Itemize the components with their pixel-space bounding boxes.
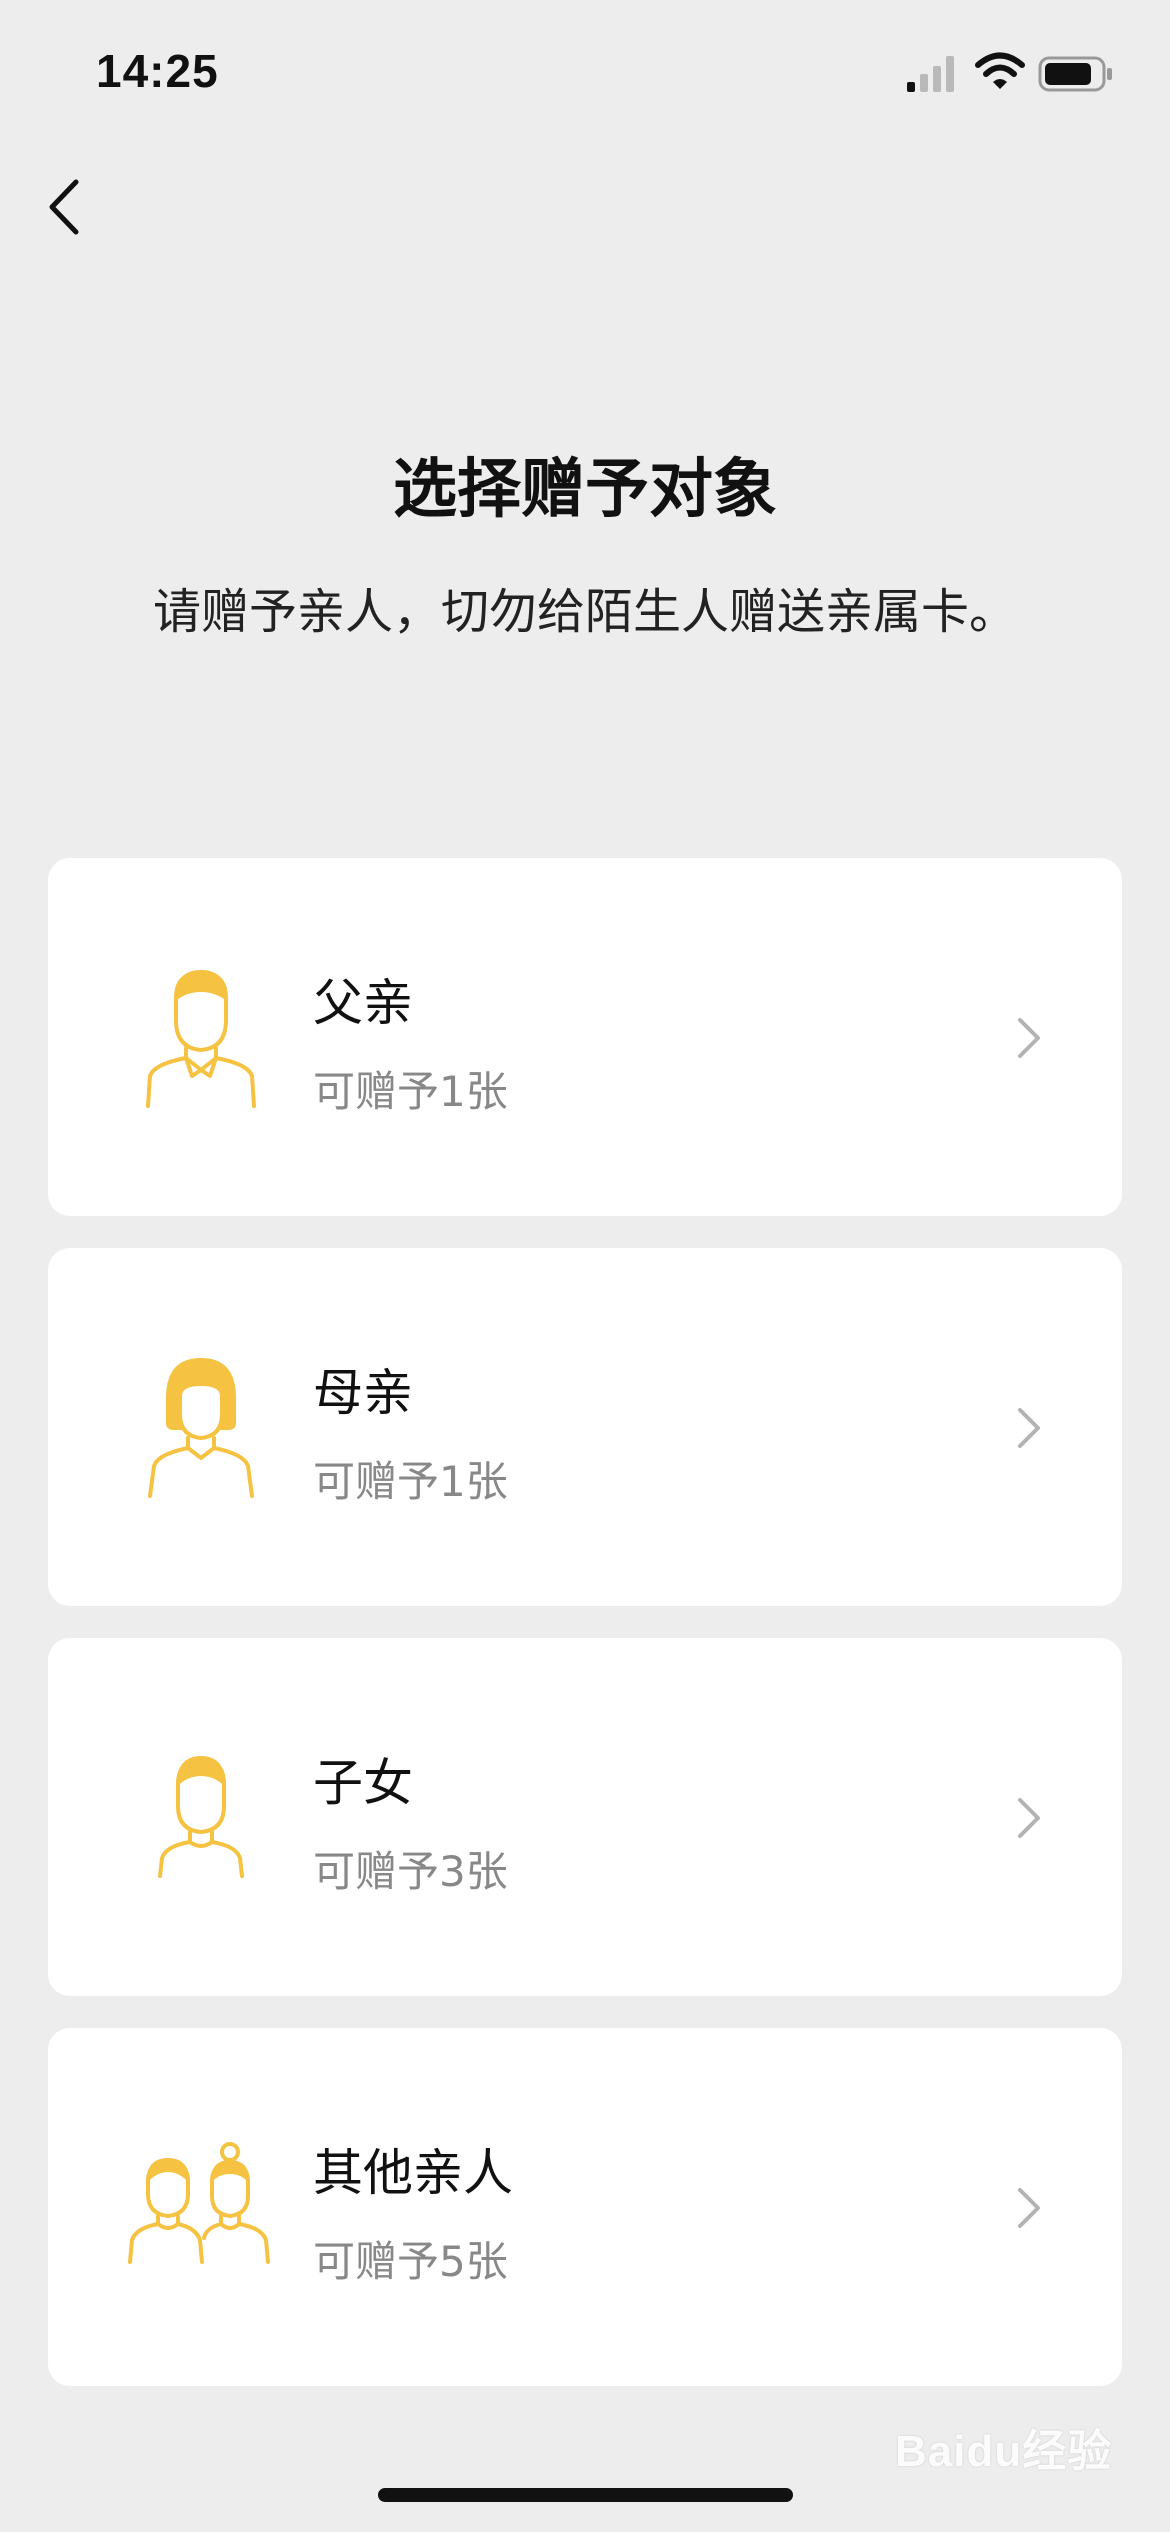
recipient-quota: 可赠予3张 [313,1847,508,1896]
chevron-right-icon [1018,1408,1040,1448]
status-bar: 14:25 [0,0,1170,150]
child-icon [158,1756,244,1878]
recipient-name: 子女 [313,1754,413,1812]
recipient-card-mother[interactable]: 母亲 可赠予1张 [48,1248,1122,1606]
status-time: 14:25 [96,45,219,97]
watermark: Baidu经验 [895,2427,1113,2476]
battery-icon [1038,56,1112,92]
chevron-right-icon [1018,1798,1040,1838]
screen: 14:25 选择赠予对象 请赠予亲人，切勿给陌生人赠送亲属卡。 父亲 可赠予1张… [0,0,1170,2532]
home-indicator[interactable] [378,2488,793,2502]
signal-icon [907,56,954,92]
recipient-card-other-relatives[interactable]: 其他亲人 可赠予5张 [48,2028,1122,2386]
relatives-icon [128,2142,270,2264]
wifi-icon [975,52,1025,89]
recipient-card-father[interactable]: 父亲 可赠予1张 [48,858,1122,1216]
recipient-quota: 可赠予1张 [313,1067,508,1116]
chevron-right-icon [1018,1018,1040,1058]
mother-icon [148,1358,254,1498]
page-title: 选择赠予对象 [393,453,777,527]
back-button[interactable] [40,172,130,242]
page-subtitle: 请赠予亲人，切勿给陌生人赠送亲属卡。 [152,584,1017,640]
chevron-left-icon [49,179,79,235]
father-icon [146,970,256,1108]
recipient-name: 父亲 [313,974,413,1032]
recipient-quota: 可赠予5张 [313,2237,508,2286]
recipient-quota: 可赠予1张 [313,1457,508,1506]
recipient-card-children[interactable]: 子女 可赠予3张 [48,1638,1122,1996]
recipient-name: 其他亲人 [313,2144,513,2202]
chevron-right-icon [1018,2188,1040,2228]
recipient-name: 母亲 [313,1364,413,1422]
